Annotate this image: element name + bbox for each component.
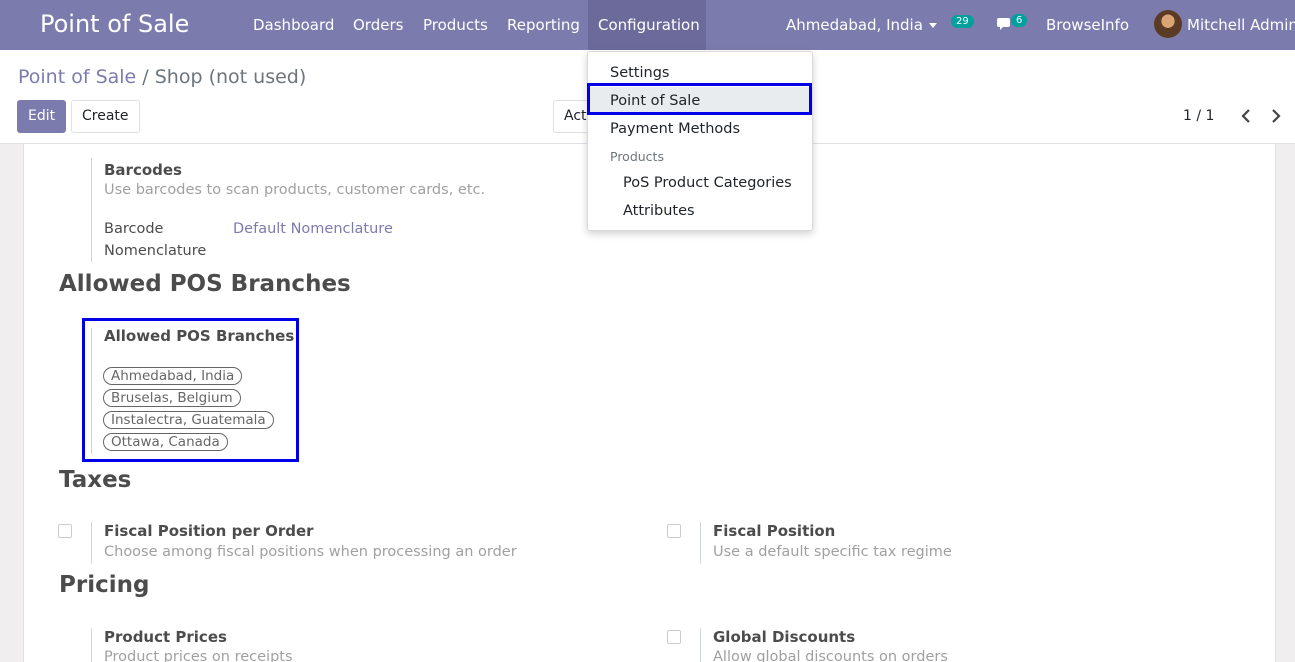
chevron-left-icon[interactable]	[1239, 108, 1253, 124]
user-avatar[interactable]	[1154, 10, 1182, 38]
barcodes-setting-border	[91, 158, 92, 262]
user-menu[interactable]: Mitchell Admin	[1187, 16, 1295, 34]
barcodes-description: Use barcodes to scan products, customer …	[104, 182, 486, 198]
dropdown-item-payment-methods[interactable]: Payment Methods	[588, 115, 812, 143]
product-prices-border	[91, 628, 92, 662]
dropdown-header-products: Products	[610, 149, 664, 164]
pricing-section-title: Pricing	[59, 572, 150, 598]
global-discounts-border	[700, 628, 701, 662]
menu-reporting[interactable]: Reporting	[507, 16, 580, 34]
global-discounts-title: Global Discounts	[713, 628, 856, 646]
fiscal-position-checkbox[interactable]	[667, 524, 681, 538]
barcodes-title: Barcodes	[104, 161, 182, 179]
branch-tag[interactable]: Ahmedabad, India	[103, 367, 243, 385]
branch-tag[interactable]: Bruselas, Belgium	[103, 389, 241, 407]
menu-configuration[interactable]: Configuration	[598, 16, 700, 34]
caret-down-icon	[928, 23, 937, 28]
branch-tag[interactable]: Ottawa, Canada	[103, 433, 228, 451]
menu-products[interactable]: Products	[423, 16, 488, 34]
breadcrumb-parent[interactable]: Point of Sale	[18, 66, 136, 88]
product-prices-description: Product prices on receipts	[104, 649, 293, 662]
activity-badge[interactable]: 29	[951, 15, 974, 28]
configuration-dropdown: Settings Point of Sale Payment Methods P…	[587, 51, 813, 231]
fiscal-position-border	[700, 522, 701, 564]
fiscal-per-order-description: Choose among fiscal positions when proce…	[104, 544, 517, 560]
dropdown-item-attributes[interactable]: Attributes	[588, 197, 812, 225]
fiscal-position-title: Fiscal Position	[713, 522, 836, 540]
barcode-nomenclature-label-1: Barcode	[104, 221, 164, 237]
breadcrumb-separator: /	[142, 66, 149, 88]
branch-selector-label: Ahmedabad, India	[786, 16, 923, 34]
top-navbar: Point of Sale Dashboard Orders Products …	[0, 0, 1295, 50]
branch-tag[interactable]: Instalectra, Guatemala	[103, 411, 274, 429]
fiscal-position-per-order-checkbox[interactable]	[58, 524, 72, 538]
chevron-right-icon[interactable]	[1269, 108, 1283, 124]
company-switcher[interactable]: BrowseInfo	[1046, 16, 1129, 34]
branch-selector[interactable]: Ahmedabad, India	[786, 16, 937, 34]
pager-value[interactable]: 1 / 1	[1183, 108, 1214, 124]
global-discounts-checkbox[interactable]	[667, 630, 681, 644]
breadcrumb-current: Shop (not used)	[154, 66, 307, 88]
menu-orders[interactable]: Orders	[353, 16, 403, 34]
fiscal-per-order-border	[91, 522, 92, 564]
global-discounts-description: Allow global discounts on orders	[713, 649, 948, 662]
menu-dashboard[interactable]: Dashboard	[253, 16, 334, 34]
product-prices-title: Product Prices	[104, 628, 227, 646]
action-button[interactable]: Action	[553, 100, 589, 133]
taxes-section-title: Taxes	[59, 467, 132, 493]
allowed-branches-section-title: Allowed POS Branches	[59, 271, 351, 297]
fiscal-position-description: Use a default specific tax regime	[713, 544, 952, 560]
app-title[interactable]: Point of Sale	[40, 10, 189, 38]
barcode-nomenclature-link[interactable]: Default Nomenclature	[233, 221, 393, 237]
message-badge[interactable]: 6	[1011, 14, 1028, 27]
fiscal-per-order-title: Fiscal Position per Order	[104, 522, 314, 540]
breadcrumb: Point of Sale / Shop (not used)	[18, 66, 306, 88]
create-button[interactable]: Create	[71, 100, 140, 133]
point-of-sale-highlight	[587, 83, 812, 115]
edit-button[interactable]: Edit	[17, 100, 67, 133]
barcode-nomenclature-label-2: Nomenclature	[104, 243, 207, 259]
dropdown-item-pos-product-categories[interactable]: PoS Product Categories	[588, 169, 812, 197]
